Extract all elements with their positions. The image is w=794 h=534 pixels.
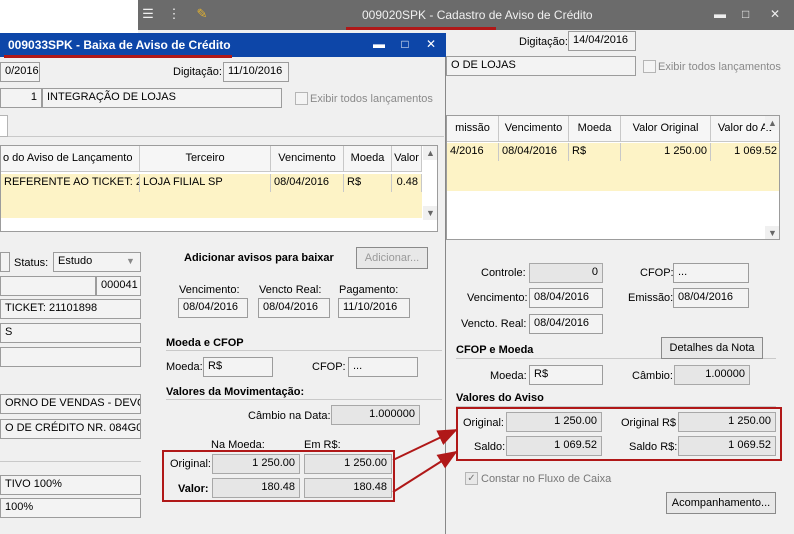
- annotation-arrows: [392, 429, 458, 493]
- arrow-valor: [392, 450, 458, 493]
- arrow-original: [392, 429, 458, 461]
